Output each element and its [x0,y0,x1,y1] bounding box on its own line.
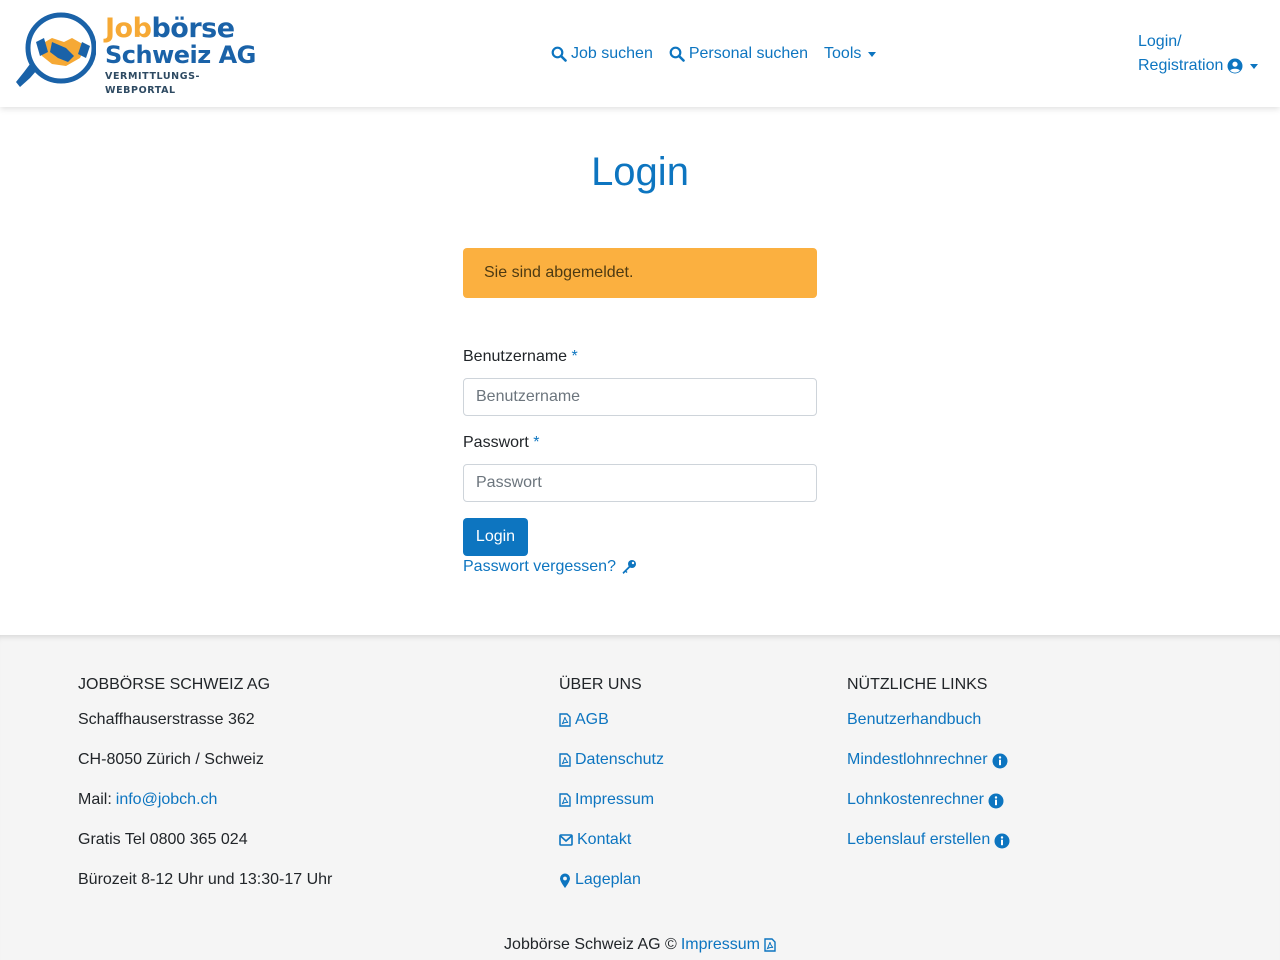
site-header: Jobbörse Schweiz AG VERMITTLUNGS-WEBPORT… [0,0,1280,107]
nav-job-search[interactable]: Job suchen [551,45,653,63]
forgot-password-label: Passwort vergessen? [463,558,616,575]
footer-mail-label: Mail: [78,791,112,808]
footer-link-lohnkostenrechner[interactable]: Lohnkostenrechner [847,791,1010,833]
footer-phone: Gratis Tel 0800 365 024 [78,831,248,848]
key-icon [622,560,636,574]
login-button[interactable]: Login [463,518,528,556]
footer-link-datenschutz[interactable]: Datenschutz [559,751,664,793]
footer-link-impressum[interactable]: Impressum [559,791,664,833]
site-logo[interactable]: Jobbörse Schweiz AG VERMITTLUNGS-WEBPORT… [16,12,266,96]
search-icon [551,46,567,62]
info-circle-icon [992,753,1008,769]
login-label: Login/ [1138,33,1182,50]
footer-mail: Mail: info@jobch.ch [78,791,332,833]
file-pdf-icon [559,713,571,727]
footer-link-impressum-label: Impressum [575,791,655,808]
footer-links-heading: NÜTZLICHE LINKS [847,676,988,693]
user-circle-icon [1227,58,1243,74]
footer-link-datenschutz-label: Datenschutz [575,751,664,768]
footer-about-heading: ÜBER UNS [559,676,642,693]
envelope-icon [559,834,573,846]
footer-company-heading: JOBBÖRSE SCHWEIZ AG [78,676,271,693]
footer-link-kontakt-label: Kontakt [577,831,632,848]
footer-bottom-impressum-label: Impressum [680,936,760,953]
footer-link-benutzerhandbuch[interactable]: Benutzerhandbuch [847,711,1010,753]
footer-link-agb-label: AGB [575,711,609,728]
footer-hours: Bürozeit 8-12 Uhr und 13:30-17 Uhr [78,871,333,888]
logo-text: Jobbörse Schweiz AG VERMITTLUNGS-WEBPORT… [105,13,266,98]
footer-link-kontakt[interactable]: Kontakt [559,831,664,873]
footer-mail-link[interactable]: info@jobch.ch [116,792,218,808]
chevron-down-icon [1250,63,1259,69]
footer-copyright: Jobbörse Schweiz AG © Impressum [0,936,1280,954]
footer-street: Schaffhauserstrasse 362 [78,711,255,728]
registration-label: Registration [1138,57,1224,74]
nav-tools-label: Tools [824,45,862,62]
footer-link-lageplan-label: Lageplan [575,871,641,888]
file-pdf-icon [559,793,571,807]
password-label: Passwort * [463,434,539,452]
logo-tagline: VERMITTLUNGS-WEBPORTAL [105,71,201,96]
username-label-text: Benutzername [463,348,568,365]
file-pdf-icon [559,753,571,767]
username-label: Benutzername * [463,348,578,366]
site-footer: JOBBÖRSE SCHWEIZ AG Schaffhauserstrasse … [0,635,1280,960]
magnifier-handshake-logo-icon [16,12,96,87]
footer-city: CH-8050 Zürich / Schweiz [78,751,264,768]
footer-links-column: NÜTZLICHE LINKS Benutzerhandbuch Mindest… [847,676,1010,873]
main-nav: Job suchen Personal suchen Tools [551,43,877,65]
map-marker-icon [560,873,570,888]
footer-link-lohnkostenrechner-label: Lohnkostenrechner [847,791,984,808]
username-input[interactable] [463,378,817,416]
chevron-down-icon [868,51,877,57]
footer-link-agb[interactable]: AGB [559,711,664,753]
info-circle-icon [994,833,1010,849]
info-circle-icon [988,793,1004,809]
footer-link-mindestlohnrechner-label: Mindestlohnrechner [847,751,988,768]
nav-job-search-label: Job suchen [571,45,653,62]
nav-tools-dropdown[interactable]: Tools [824,45,877,63]
footer-link-benutzerhandbuch-label: Benutzerhandbuch [847,711,982,728]
page-title: Login [591,150,689,194]
logout-alert: Sie sind abgemeldet. [463,248,817,298]
footer-link-mindestlohnrechner[interactable]: Mindestlohnrechner [847,751,1010,793]
logo-text-schweiz-ag: Schweiz AG [105,41,256,69]
footer-company-column: JOBBÖRSE SCHWEIZ AG Schaffhauserstrasse … [78,676,332,913]
password-input[interactable] [463,464,817,502]
login-registration-dropdown[interactable]: Login/ Registration [1138,30,1259,78]
logo-text-job: Job [105,13,152,44]
forgot-password-link[interactable]: Passwort vergessen? [463,558,637,576]
nav-personal-search-label: Personal suchen [688,45,809,62]
footer-bottom-impressum-link[interactable]: Impressum [681,936,776,954]
required-marker: * [533,434,540,451]
footer-about-column: ÜBER UNS AGB Datenschutz Impressum Konta… [559,676,664,913]
footer-link-lebenslauf-label: Lebenslauf erstellen [847,831,991,848]
search-icon [669,46,685,62]
file-pdf-icon [764,938,776,952]
password-label-text: Passwort [463,434,529,451]
footer-copyright-text: Jobbörse Schweiz AG © [504,936,677,953]
nav-personal-search[interactable]: Personal suchen [669,45,808,63]
logo-text-boerse: börse [151,13,235,44]
footer-link-lageplan[interactable]: Lageplan [559,871,664,913]
footer-link-lebenslauf[interactable]: Lebenslauf erstellen [847,831,1010,873]
required-marker: * [571,348,578,365]
